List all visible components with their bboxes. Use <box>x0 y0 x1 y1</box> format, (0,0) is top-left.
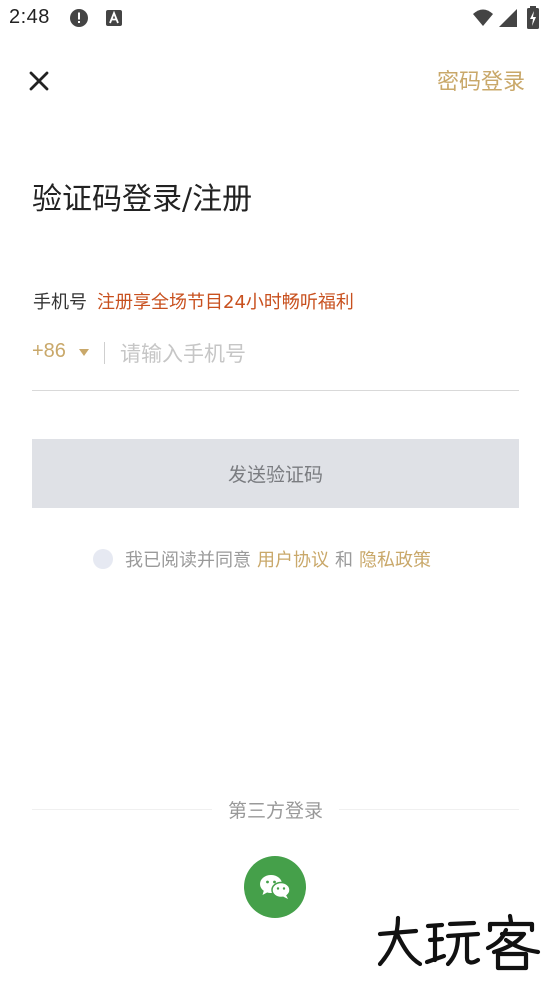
battery-icon <box>527 6 539 29</box>
send-code-button[interactable]: 发送验证码 <box>32 439 519 508</box>
signal-icon <box>499 9 517 27</box>
country-code-selector[interactable]: +86 <box>32 340 66 363</box>
user-agreement-link[interactable]: 用户协议 <box>257 546 329 572</box>
third-party-label: 第三方登录 <box>227 800 323 822</box>
page-title: 验证码登录/注册 <box>32 182 253 217</box>
agree-checkbox[interactable] <box>93 549 113 569</box>
watermark-logo <box>377 913 541 971</box>
status-bar: 2:48 <box>0 0 551 38</box>
phone-input-row: +86 <box>32 334 519 391</box>
phone-label: 手机号 <box>33 292 87 313</box>
close-icon[interactable] <box>24 66 54 96</box>
wifi-icon <box>473 9 493 26</box>
a-icon <box>106 10 122 26</box>
privacy-policy-link[interactable]: 隐私政策 <box>359 546 431 572</box>
phone-label-row: 手机号 注册享全场节目24小时畅听福利 <box>33 288 354 314</box>
wechat-icon <box>260 875 291 899</box>
input-divider <box>104 342 105 364</box>
phone-input[interactable] <box>120 334 510 374</box>
password-login-link[interactable]: 密码登录 <box>437 64 525 96</box>
agreement-row: 我已阅读并同意 用户协议 和 隐私政策 <box>93 546 431 572</box>
caret-down-icon[interactable] <box>79 349 89 356</box>
alert-icon <box>70 9 88 27</box>
agreement-prefix: 我已阅读并同意 <box>125 550 251 571</box>
third-party-divider: 第三方登录 <box>32 796 519 822</box>
wechat-login-button[interactable] <box>244 856 306 918</box>
promo-text: 注册享全场节目24小时畅听福利 <box>97 292 354 313</box>
agreement-and: 和 <box>335 550 353 571</box>
status-time: 2:48 <box>9 6 50 28</box>
